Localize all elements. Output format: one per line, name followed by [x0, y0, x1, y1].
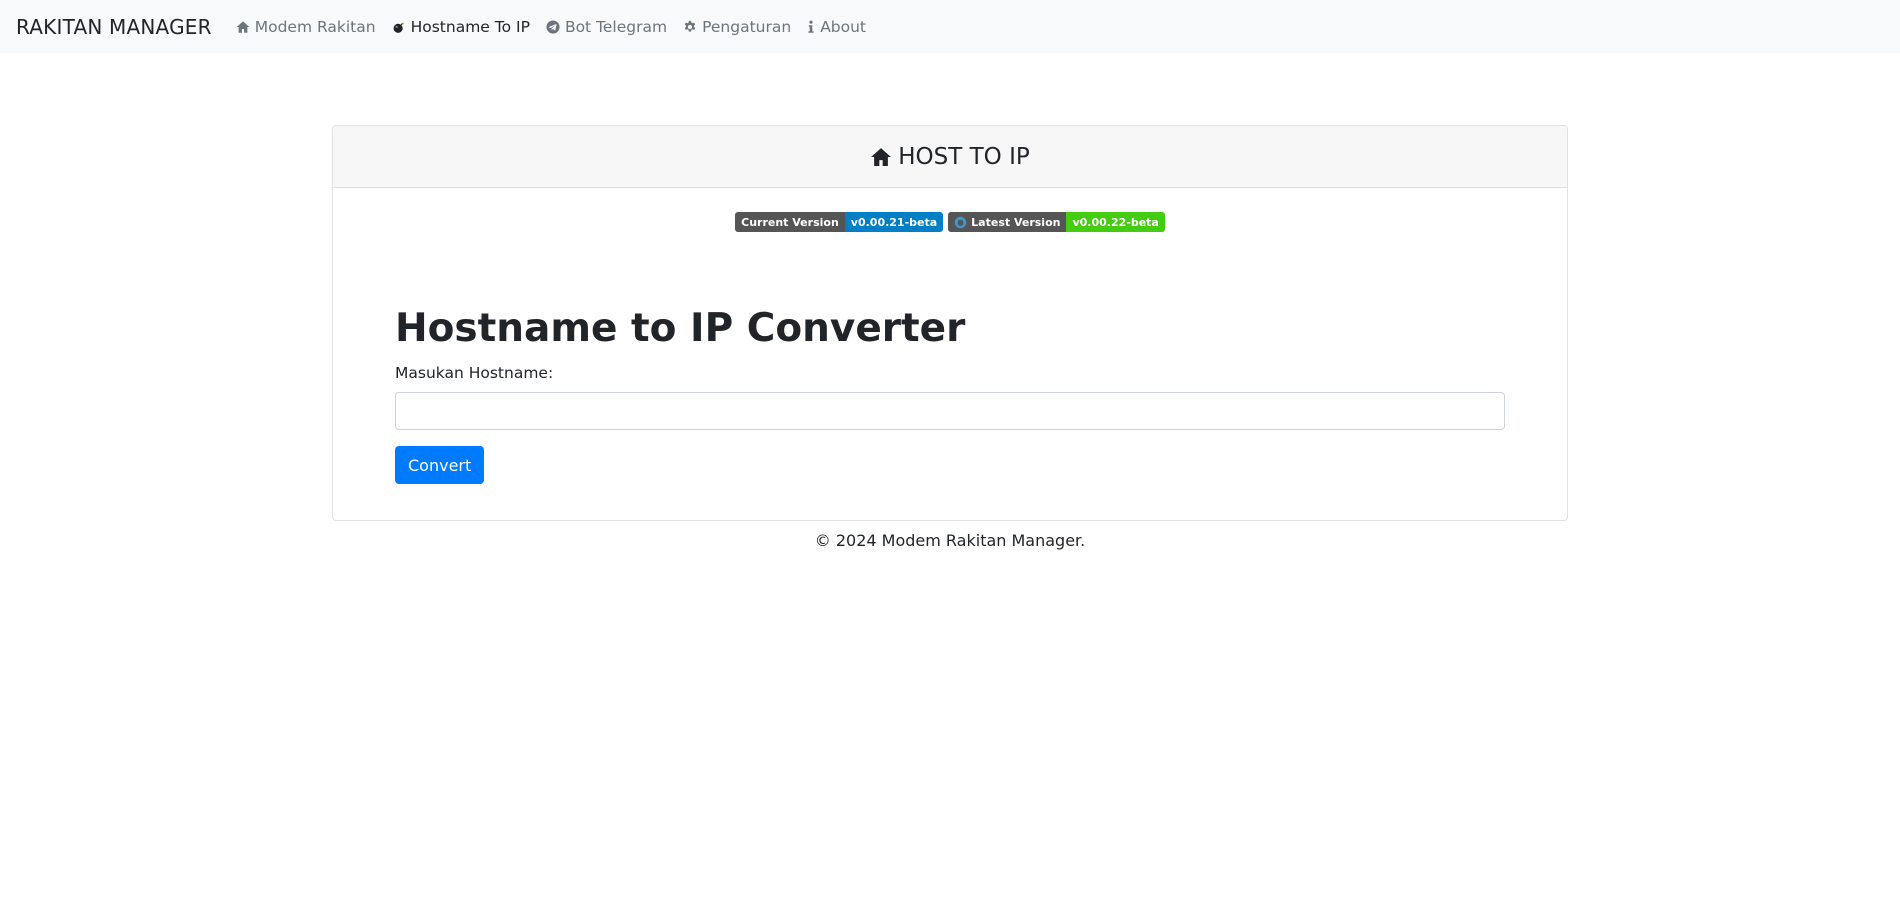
version-badges: Current Version v0.00.21-beta Latest Ver…	[333, 212, 1567, 232]
bomb-icon	[392, 20, 406, 34]
footer-copyright: © 2024 Modem Rakitan Manager.	[814, 531, 1086, 550]
nav-menu: Modem Rakitan Hostname To IP Bot Telegra…	[236, 18, 882, 36]
telegram-icon	[546, 19, 560, 34]
nav-item-about[interactable]: About	[807, 18, 866, 36]
hostname-input[interactable]	[395, 392, 1505, 430]
card-header: HOST TO IP	[333, 126, 1567, 188]
nav-item-modem-rakitan[interactable]: Modem Rakitan	[236, 18, 376, 36]
page-title: Hostname to IP Converter	[395, 306, 966, 351]
gear-icon	[683, 20, 697, 34]
nav-item-label: Modem Rakitan	[254, 17, 376, 36]
nav-item-label: About	[820, 17, 867, 36]
brand-logo-text[interactable]: RAKITAN MANAGER	[16, 15, 212, 39]
info-icon	[807, 20, 815, 34]
card-header-title: HOST TO IP	[898, 143, 1030, 170]
convert-button[interactable]: Convert	[395, 446, 485, 484]
nav-item-label: Hostname To IP	[410, 17, 530, 36]
hostname-label: Masukan Hostname:	[395, 364, 554, 382]
badge-value: v0.00.21-beta	[844, 212, 944, 232]
latest-version-badge[interactable]: Latest Version v0.00.22-beta	[948, 212, 1165, 232]
host-to-ip-card: HOST TO IP Current Version v0.00.21-beta…	[332, 125, 1568, 521]
nav-item-label: Bot Telegram	[564, 17, 668, 36]
nav-item-pengaturan[interactable]: Pengaturan	[683, 18, 791, 36]
github-icon	[954, 216, 967, 229]
badge-label-wrap: Latest Version	[948, 212, 1067, 232]
nav-item-bot-telegram[interactable]: Bot Telegram	[546, 18, 667, 36]
navbar: RAKITAN MANAGER Modem Rakitan Hostname T…	[0, 0, 1900, 53]
home-icon	[870, 146, 892, 168]
current-version-badge[interactable]: Current Version v0.00.21-beta	[735, 212, 944, 232]
badge-label: Latest Version	[971, 215, 1061, 229]
nav-item-label: Pengaturan	[702, 17, 792, 36]
home-icon	[236, 20, 250, 34]
badge-value: v0.00.22-beta	[1066, 212, 1165, 232]
nav-item-hostname-to-ip[interactable]: Hostname To IP	[392, 18, 530, 36]
badge-label: Current Version	[735, 212, 845, 232]
